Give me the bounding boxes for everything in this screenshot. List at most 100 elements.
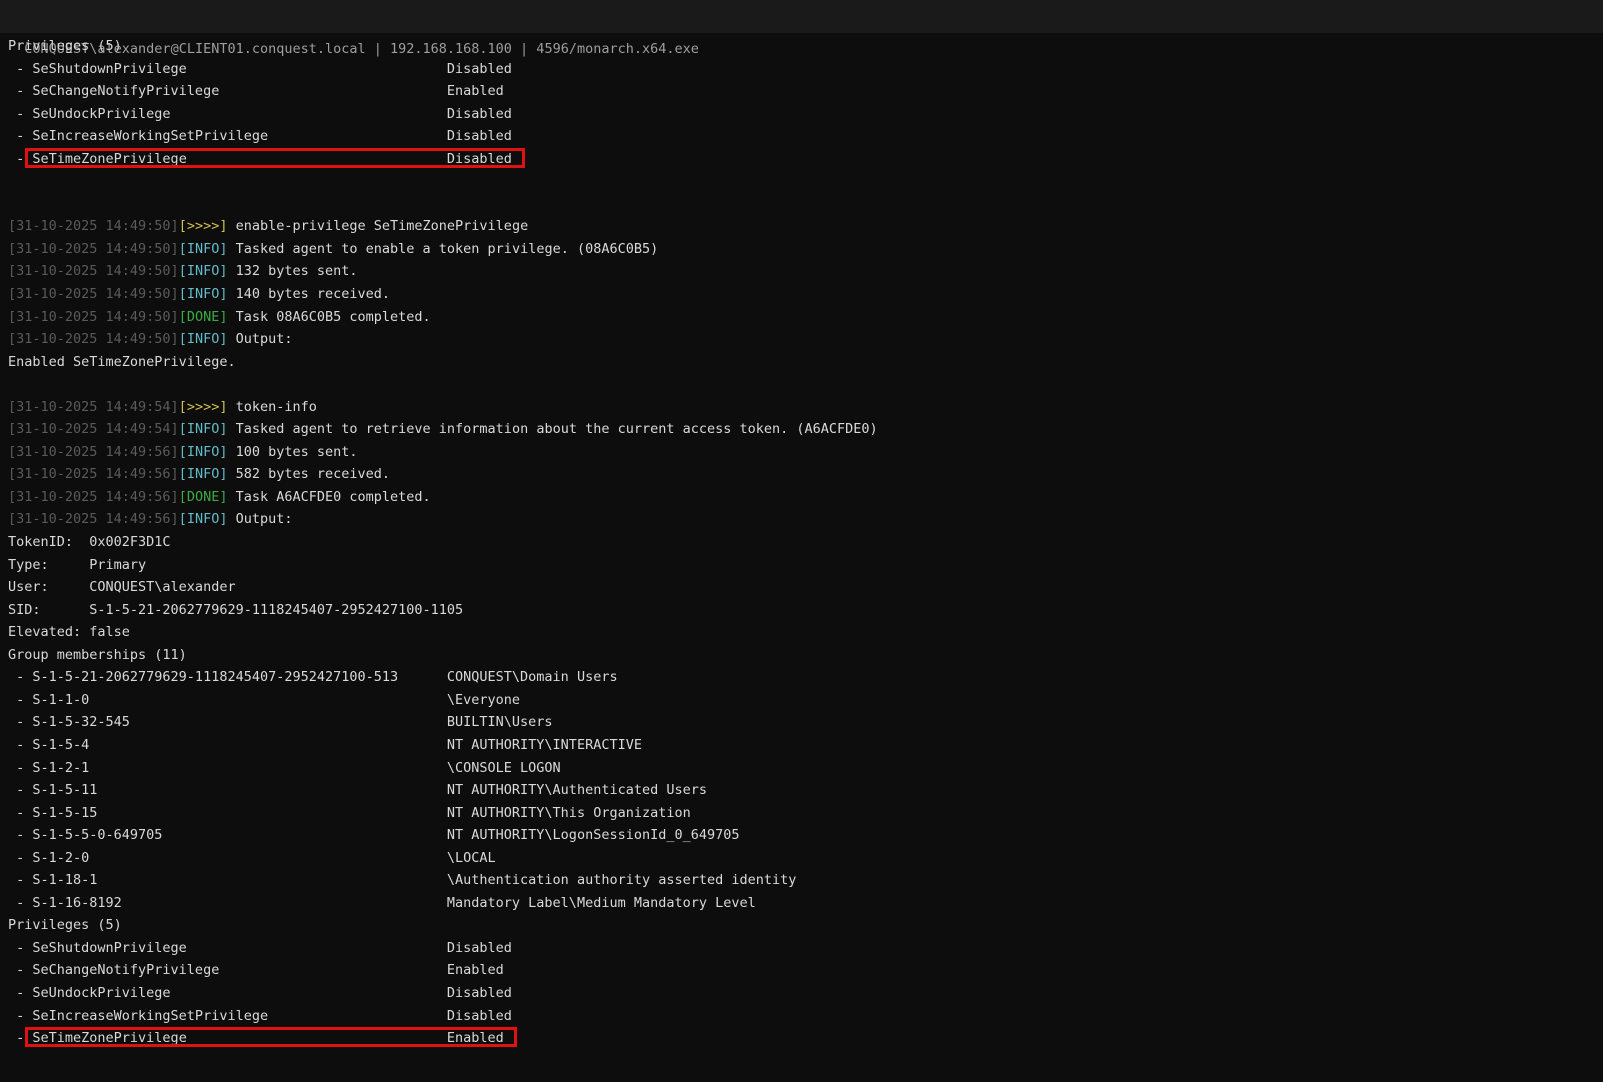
console-text: Type: Primary: [8, 557, 146, 573]
terminal-line: - SeChangeNotifyPrivilege Enabled: [8, 80, 1603, 103]
terminal-line: [8, 193, 1603, 216]
terminal-line: - SeChangeNotifyPrivilege Enabled: [8, 959, 1603, 982]
terminal-line: [31-10-2025 14:49:50][DONE] Task 08A6C0B…: [8, 306, 1603, 329]
console-text: -: [8, 1030, 32, 1046]
session-title: CONQUEST\alexander@CLIENT01.conquest.loc…: [24, 41, 699, 57]
log-message: Output:: [227, 511, 292, 527]
console-text: SID: S-1-5-21-2062779629-1118245407-2952…: [8, 602, 463, 618]
console-text: - SeShutdownPrivilege Disabled: [8, 61, 512, 77]
log-message: Task A6ACFDE0 completed.: [227, 489, 430, 505]
session-title-bar: CONQUEST\alexander@CLIENT01.conquest.loc…: [0, 0, 1603, 33]
console-text: - S-1-1-0 \Everyone: [8, 692, 520, 708]
console-text: Enabled SeTimeZonePrivilege.: [8, 354, 236, 370]
log-timestamp: [31-10-2025 14:49:56]: [8, 511, 179, 527]
console-text: - S-1-5-11 NT AUTHORITY\Authenticated Us…: [8, 782, 707, 798]
log-timestamp: [31-10-2025 14:49:50]: [8, 218, 179, 234]
terminal-line: SID: S-1-5-21-2062779629-1118245407-2952…: [8, 599, 1603, 622]
log-tag-info: [INFO]: [179, 263, 228, 279]
log-timestamp: [31-10-2025 14:49:54]: [8, 399, 179, 415]
terminal-line: Privileges (5): [8, 914, 1603, 937]
console-text: - SeIncreaseWorkingSetPrivilege Disabled: [8, 128, 512, 144]
terminal-line: - S-1-5-15 NT AUTHORITY\This Organizatio…: [8, 802, 1603, 825]
log-tag-command: [>>>>]: [179, 399, 228, 415]
terminal-line: - S-1-5-32-545 BUILTIN\Users: [8, 711, 1603, 734]
console-text: - S-1-5-5-0-649705 NT AUTHORITY\LogonSes…: [8, 827, 740, 843]
terminal-line: [31-10-2025 14:49:56][INFO] 582 bytes re…: [8, 463, 1603, 486]
log-tag-done: [DONE]: [179, 309, 228, 325]
log-message: 140 bytes received.: [227, 286, 390, 302]
console-text: - SeIncreaseWorkingSetPrivilege Disabled: [8, 1008, 512, 1024]
console-text: - SeChangeNotifyPrivilege Enabled: [8, 83, 504, 99]
console-text: Privileges (5): [8, 38, 122, 54]
console-text: - SeChangeNotifyPrivilege Enabled: [8, 962, 504, 978]
highlighted-privilege-row: SeTimeZonePrivilege Enabled: [32, 1030, 503, 1046]
console-text: -: [8, 151, 32, 167]
console-text: - S-1-2-1 \CONSOLE LOGON: [8, 760, 561, 776]
log-tag-info: [INFO]: [179, 241, 228, 257]
log-timestamp: [31-10-2025 14:49:50]: [8, 263, 179, 279]
log-timestamp: [31-10-2025 14:49:54]: [8, 421, 179, 437]
terminal-line: - S-1-5-5-0-649705 NT AUTHORITY\LogonSes…: [8, 824, 1603, 847]
terminal-line: Group memberships (11): [8, 644, 1603, 667]
terminal-line: - S-1-5-21-2062779629-1118245407-2952427…: [8, 666, 1603, 689]
log-timestamp: [31-10-2025 14:49:50]: [8, 286, 179, 302]
terminal-line: [31-10-2025 14:49:50][INFO] 132 bytes se…: [8, 260, 1603, 283]
console-text: Privileges (5): [8, 917, 122, 933]
console-text: - S-1-5-15 NT AUTHORITY\This Organizatio…: [8, 805, 691, 821]
terminal-line: [31-10-2025 14:49:50][INFO] Output:: [8, 328, 1603, 351]
terminal-line: - SeShutdownPrivilege Disabled: [8, 937, 1603, 960]
log-tag-info: [INFO]: [179, 421, 228, 437]
log-message: 100 bytes sent.: [227, 444, 357, 460]
log-message: Tasked agent to enable a token privilege…: [227, 241, 658, 257]
terminal-line: - SeTimeZonePrivilege Disabled: [8, 148, 1603, 171]
log-message: enable-privilege SeTimeZonePrivilege: [227, 218, 528, 234]
terminal-line: [31-10-2025 14:49:54][>>>>] token-info: [8, 396, 1603, 419]
terminal-line: TokenID: 0x002F3D1C: [8, 531, 1603, 554]
terminal-line: [8, 170, 1603, 193]
terminal-line: - SeTimeZonePrivilege Enabled: [8, 1027, 1603, 1050]
terminal-line: [31-10-2025 14:49:50][INFO] Tasked agent…: [8, 238, 1603, 261]
log-tag-info: [INFO]: [179, 331, 228, 347]
terminal-line: [31-10-2025 14:49:54][INFO] Tasked agent…: [8, 418, 1603, 441]
terminal-line: - S-1-2-0 \LOCAL: [8, 847, 1603, 870]
console-text: TokenID: 0x002F3D1C: [8, 534, 171, 550]
console-text: - S-1-18-1 \Authentication authority ass…: [8, 872, 796, 888]
terminal-line: [31-10-2025 14:49:56][INFO] Output:: [8, 508, 1603, 531]
log-message: token-info: [227, 399, 316, 415]
terminal-line: - S-1-5-4 NT AUTHORITY\INTERACTIVE: [8, 734, 1603, 757]
terminal-line: [31-10-2025 14:49:50][INFO] 140 bytes re…: [8, 283, 1603, 306]
console-text: - S-1-5-32-545 BUILTIN\Users: [8, 714, 553, 730]
log-timestamp: [31-10-2025 14:49:50]: [8, 331, 179, 347]
console-text: - SeShutdownPrivilege Disabled: [8, 940, 512, 956]
console-text: - S-1-5-4 NT AUTHORITY\INTERACTIVE: [8, 737, 642, 753]
terminal-line: [31-10-2025 14:49:50][>>>>] enable-privi…: [8, 215, 1603, 238]
log-timestamp: [31-10-2025 14:49:50]: [8, 241, 179, 257]
terminal-line: - S-1-16-8192 Mandatory Label\Medium Man…: [8, 892, 1603, 915]
log-message: Output:: [227, 331, 292, 347]
highlighted-privilege-row: SeTimeZonePrivilege Disabled: [32, 151, 512, 167]
log-tag-info: [INFO]: [179, 286, 228, 302]
console-text: User: CONQUEST\alexander: [8, 579, 236, 595]
terminal-line: - S-1-5-11 NT AUTHORITY\Authenticated Us…: [8, 779, 1603, 802]
log-message: Tasked agent to retrieve information abo…: [227, 421, 877, 437]
log-timestamp: [31-10-2025 14:49:56]: [8, 444, 179, 460]
log-timestamp: [31-10-2025 14:49:56]: [8, 466, 179, 482]
console-text: - SeUndockPrivilege Disabled: [8, 985, 512, 1001]
log-tag-done: [DONE]: [179, 489, 228, 505]
console-text: Elevated: false: [8, 624, 130, 640]
console-text: - S-1-2-0 \LOCAL: [8, 850, 496, 866]
terminal-line: - SeIncreaseWorkingSetPrivilege Disabled: [8, 1005, 1603, 1028]
log-timestamp: [31-10-2025 14:49:56]: [8, 489, 179, 505]
terminal-line: Elevated: false: [8, 621, 1603, 644]
terminal-line: [8, 373, 1603, 396]
terminal-line: - SeUndockPrivilege Disabled: [8, 103, 1603, 126]
log-message: 132 bytes sent.: [227, 263, 357, 279]
terminal-line: - S-1-2-1 \CONSOLE LOGON: [8, 757, 1603, 780]
terminal-line: - SeIncreaseWorkingSetPrivilege Disabled: [8, 125, 1603, 148]
console-text: - SeUndockPrivilege Disabled: [8, 106, 512, 122]
terminal-line: - SeUndockPrivilege Disabled: [8, 982, 1603, 1005]
log-tag-info: [INFO]: [179, 511, 228, 527]
console-text: - S-1-16-8192 Mandatory Label\Medium Man…: [8, 895, 756, 911]
terminal-line: - S-1-18-1 \Authentication authority ass…: [8, 869, 1603, 892]
terminal-line: - S-1-1-0 \Everyone: [8, 689, 1603, 712]
